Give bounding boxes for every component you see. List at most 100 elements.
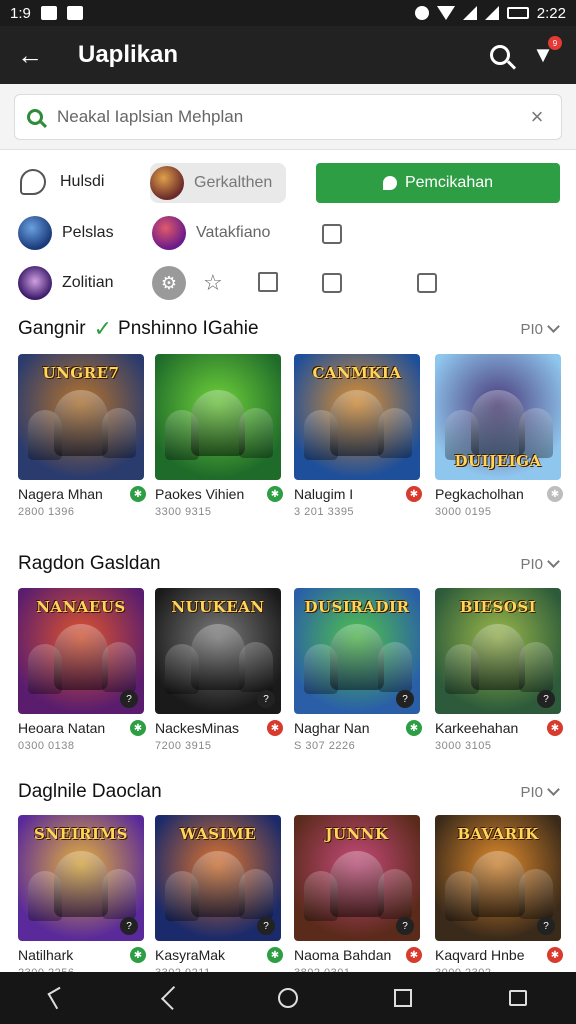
filter-chip-gerkalthen[interactable]: Gerkalthen	[150, 163, 287, 203]
game-thumbnail[interactable]: JUNNK?	[294, 815, 420, 941]
game-card[interactable]: JUNNK?Naoma Bahdan✱3802 0301	[294, 815, 422, 979]
game-name: Nagera Mhan	[18, 486, 103, 502]
game-name: Heoara Natan	[18, 720, 106, 736]
game-thumbnail[interactable]: BAVARIK?	[435, 815, 561, 941]
game-name: Pegkacholhan	[435, 486, 524, 502]
character-figure	[54, 851, 108, 917]
game-card[interactable]: BIESOSI? Karkeehahan ✱ 3000 3105	[435, 588, 563, 752]
document-icon[interactable]	[258, 272, 278, 292]
game-card[interactable]: NUUKEAN? NackesMinas ✱ 7200 3915	[155, 588, 283, 752]
section-more-button[interactable]: PI0	[520, 555, 560, 573]
game-logo-text: BIESOSI	[459, 598, 537, 616]
section-more-button[interactable]: PI0	[520, 783, 560, 801]
avatar	[152, 216, 186, 250]
gear-icon[interactable]: ⚙	[152, 266, 186, 300]
game-card[interactable]: DUSIRADIR? Naghar Nan ✱ S 307 2226	[294, 588, 422, 752]
character-figure	[54, 624, 108, 690]
section-more-button[interactable]: PI0	[520, 320, 560, 338]
game-thumbnail[interactable]: NANAEUS?	[18, 588, 144, 714]
character-figure	[378, 869, 412, 919]
game-card[interactable]: Paokes Vihien ✱ 3300 9315	[155, 354, 283, 518]
image-icon	[66, 6, 83, 20]
page-title: Uaplikan	[78, 41, 179, 68]
game-name: Kaqvard Hnbe	[435, 947, 525, 963]
nav-recent-icon[interactable]	[383, 978, 423, 1018]
character-figure	[191, 851, 245, 917]
game-name: Naghar Nan	[294, 720, 370, 736]
section-subtitle: Pnshinno IGahie	[118, 318, 259, 339]
search-box[interactable]: ×	[14, 94, 562, 140]
card-title-row: Naoma Bahdan ✱	[294, 945, 422, 965]
search-input[interactable]	[57, 107, 525, 127]
game-card[interactable]: DUIJEIGA Pegkacholhan ✱ 3000 0195	[435, 354, 563, 518]
status-badge-icon: ✱	[267, 947, 283, 963]
game-meta: 3000 0195	[435, 506, 492, 518]
status-badge-icon: ✱	[406, 720, 422, 736]
filter-chip-zolitian[interactable]: Zolitian	[18, 263, 114, 303]
card-title-row: Heoara Natan ✱	[18, 718, 146, 738]
section-header: Ragdon Gasldan PI0	[18, 551, 560, 577]
game-thumbnail[interactable]: NUUKEAN?	[155, 588, 281, 714]
play-badge-icon: ?	[120, 690, 138, 708]
game-meta: 2800 1396	[18, 506, 75, 518]
game-name: Naoma Bahdan	[294, 947, 392, 963]
section-header: Gangnir ✓ Pnshinno IGahie PI0	[18, 316, 560, 342]
calendar-icon[interactable]	[322, 273, 342, 293]
nav-home-icon[interactable]	[268, 978, 308, 1018]
star-icon[interactable]: ☆	[203, 270, 223, 296]
character-figure	[378, 642, 412, 692]
game-meta: 3300 9315	[155, 506, 212, 518]
game-thumbnail[interactable]: DUSIRADIR?	[294, 588, 420, 714]
chat-bubble-icon	[382, 176, 397, 190]
chevron-down-icon	[547, 555, 560, 568]
game-card[interactable]: BAVARIK?Kaqvard Hnbe✱3000 2302	[435, 815, 563, 979]
chevron-down-icon	[547, 320, 560, 333]
game-card[interactable]: NANAEUS? Heoara Natan ✱ 0300 0138	[18, 588, 146, 752]
avatar	[150, 166, 184, 200]
game-thumbnail[interactable]: UNGRE7	[18, 354, 144, 480]
calendar-icon[interactable]	[417, 273, 437, 293]
character-figure	[519, 869, 553, 919]
game-logo-text: SNEIRIMS	[34, 825, 128, 843]
character-figure	[102, 642, 136, 692]
battery-icon	[506, 7, 529, 19]
card-title-row: KasyraMak ✱	[155, 945, 283, 965]
checkmark-icon: ✓	[93, 316, 113, 341]
primary-action-button[interactable]: Pemcikahan	[316, 163, 560, 203]
play-badge-icon: ?	[120, 917, 138, 935]
filter-chip-pelslas[interactable]: Pelslas	[18, 213, 114, 253]
game-thumbnail[interactable]: CANMKIA	[294, 354, 420, 480]
card-title-row: Kaqvard Hnbe ✱	[435, 945, 563, 965]
search-icon[interactable]	[490, 45, 510, 65]
card-title-row: Karkeehahan ✱	[435, 718, 563, 738]
game-thumbnail[interactable]: WASIME?	[155, 815, 281, 941]
game-thumbnail[interactable]: BIESOSI?	[435, 588, 561, 714]
game-card[interactable]: UNGRE7 Nagera Mhan ✱ 2800 1396	[18, 354, 146, 518]
filter-chip-label: Gerkalthen	[194, 174, 273, 191]
game-thumbnail[interactable]: SNEIRIMS?	[18, 815, 144, 941]
game-logo-text: NUUKEAN	[171, 598, 265, 616]
game-meta: 3000 3105	[435, 740, 492, 752]
game-thumbnail[interactable]: DUIJEIGA	[435, 354, 561, 480]
status-badge-icon: ✱	[547, 486, 563, 502]
signal-icon	[462, 6, 477, 20]
filter-chip-vatakfiano[interactable]: Vatakfiano	[152, 213, 270, 253]
game-logo-text: UNGRE7	[42, 364, 120, 382]
character-figure	[471, 624, 525, 690]
avatar	[18, 266, 52, 300]
section-header: Daglnile Daoclan PI0	[18, 779, 560, 805]
game-thumbnail[interactable]	[155, 354, 281, 480]
game-card[interactable]: WASIME?KasyraMak✱3302 9211	[155, 815, 283, 979]
nav-assist-icon[interactable]	[38, 978, 78, 1018]
filter-chip-hulsdi[interactable]: Hulsdi	[20, 162, 104, 202]
game-card[interactable]: SNEIRIMS?Natilhark✱2300 2256	[18, 815, 146, 979]
chat-bubble-icon	[20, 169, 46, 195]
calendar-icon[interactable]	[322, 224, 342, 244]
game-card[interactable]: CANMKIA Nalugim I ✱ 3 201 3395	[294, 354, 422, 518]
character-figure	[239, 869, 273, 919]
nav-back-icon[interactable]	[153, 978, 193, 1018]
back-arrow-icon[interactable]: ←	[0, 26, 60, 84]
nav-accessibility-icon[interactable]	[498, 978, 538, 1018]
notification-bell-icon[interactable]: ▼ 9	[532, 36, 562, 68]
clear-icon[interactable]: ×	[525, 104, 549, 130]
